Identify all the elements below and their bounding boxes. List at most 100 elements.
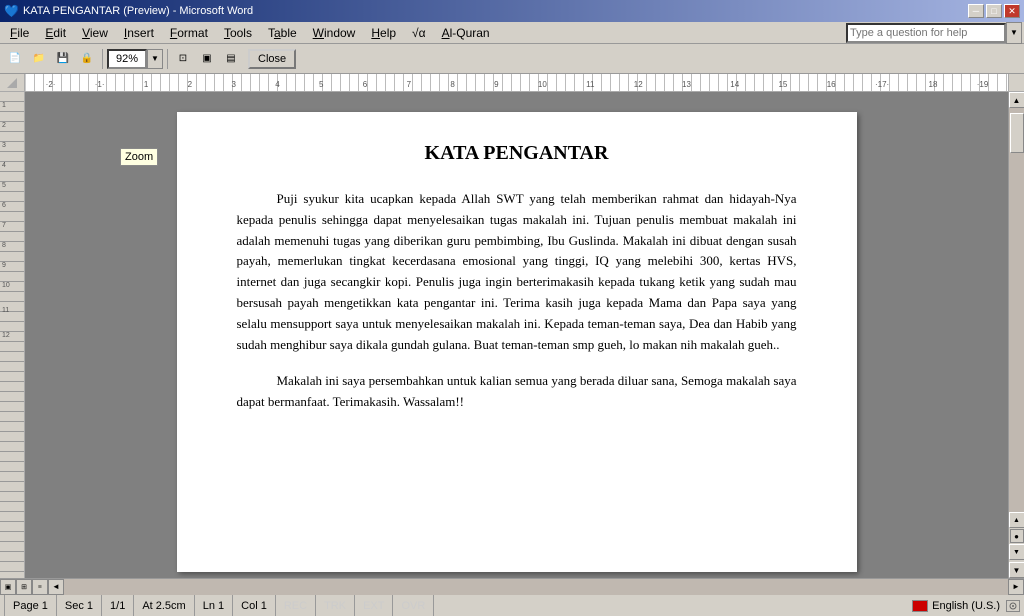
- select-browse-object[interactable]: ●: [1010, 529, 1024, 543]
- status-ovr: OVR: [393, 595, 434, 616]
- toolbar-btn-4[interactable]: 🔒: [76, 48, 98, 70]
- ruler-mark: 15: [778, 80, 787, 89]
- ruler-mark: 8: [450, 80, 454, 89]
- v-ruler-mark: 5: [2, 182, 6, 189]
- toolbar-btn-7[interactable]: ▤: [220, 48, 242, 70]
- ruler-mark: 14: [730, 80, 739, 89]
- status-section: Sec 1: [57, 595, 102, 616]
- toolbar-btn-2[interactable]: 📁: [28, 48, 50, 70]
- toolbar-btn-3[interactable]: 💾: [52, 48, 74, 70]
- toolbar-btn-5[interactable]: ⊡: [172, 48, 194, 70]
- menu-insert[interactable]: Insert: [116, 24, 162, 42]
- ruler-mark: 5: [319, 80, 323, 89]
- status-line: Ln 1: [195, 595, 233, 616]
- status-position: At 2.5cm: [134, 595, 194, 616]
- scroll-prev-page[interactable]: ▲: [1009, 512, 1024, 528]
- ruler-mark: 7: [407, 80, 411, 89]
- zoom-control: ▼: [107, 49, 163, 69]
- document-title: KATA PENGANTAR: [237, 142, 797, 165]
- ruler-mark: ·17·: [875, 80, 889, 89]
- v-ruler-mark: 3: [2, 142, 6, 149]
- view-web-btn[interactable]: ⊞: [16, 579, 32, 595]
- v-ruler-mark: 9: [2, 262, 6, 269]
- v-ruler-mark: 12: [2, 332, 10, 339]
- language-options-btn[interactable]: [1006, 600, 1020, 612]
- vertical-ruler: 1 2 3 4 5 6 7 8 9 10 11 12: [0, 92, 25, 578]
- menu-tools[interactable]: Tools: [216, 24, 260, 42]
- menu-window[interactable]: Window: [305, 24, 364, 42]
- v-ruler-mark: 1: [2, 102, 6, 109]
- ruler-mark: 11: [586, 80, 594, 89]
- ruler-mark: 10: [538, 80, 547, 89]
- scroll-thumb[interactable]: [1010, 113, 1024, 153]
- v-ruler-mark: 6: [2, 202, 6, 209]
- scroll-track[interactable]: [1009, 108, 1024, 512]
- menu-file[interactable]: File: [2, 24, 37, 42]
- ruler-scroll-right: [1008, 74, 1024, 91]
- menu-bar: File Edit View Insert Format Tools Table…: [0, 22, 1024, 44]
- hscroll-left-button[interactable]: ◄: [48, 579, 64, 595]
- zoom-tooltip: Zoom: [120, 148, 158, 166]
- scroll-down-button[interactable]: ▼: [1009, 562, 1024, 578]
- menu-view[interactable]: View: [74, 24, 116, 42]
- menu-formula[interactable]: √α: [404, 24, 434, 42]
- settings-icon: [1009, 602, 1017, 610]
- toolbar-sep-1: [102, 49, 103, 69]
- ruler-mark: 13: [682, 80, 691, 89]
- ruler-mark: 16: [827, 80, 836, 89]
- vertical-scrollbar: ▲ ▲ ● ▼ ▼: [1008, 92, 1024, 578]
- language-icon: [912, 600, 928, 612]
- horizontal-ruler: ·2· ·1· 1 2 3 4 5 6 7 8 9 10 11 12 13 14…: [25, 74, 1008, 91]
- menu-format[interactable]: Format: [162, 24, 216, 42]
- v-ruler-mark: 10: [2, 282, 10, 289]
- document-paragraph-1: Puji syukur kita ucapkan kepada Allah SW…: [237, 189, 797, 355]
- close-window-button[interactable]: ✕: [1004, 4, 1020, 18]
- horizontal-scrollbar: ▣ ⊞ ≡ ◄ ►: [0, 578, 1024, 594]
- toolbar-sep-2: [167, 49, 168, 69]
- menu-help[interactable]: Help: [363, 24, 404, 42]
- v-ruler-mark: 8: [2, 242, 6, 249]
- ruler-mark: 18: [929, 80, 938, 89]
- status-page: Page 1: [4, 595, 57, 616]
- ruler-mark: ·1·: [95, 80, 105, 89]
- close-preview-button[interactable]: Close: [248, 49, 296, 69]
- view-normal-btn[interactable]: ▣: [0, 579, 16, 595]
- scroll-up-button[interactable]: ▲: [1009, 92, 1024, 108]
- menu-edit[interactable]: Edit: [37, 24, 74, 42]
- toolbar-btn-1[interactable]: 📄: [4, 48, 26, 70]
- document-page: KATA PENGANTAR Puji syukur kita ucapkan …: [177, 112, 857, 572]
- help-search-dropdown[interactable]: ▼: [1006, 22, 1022, 44]
- menu-table[interactable]: Table: [260, 24, 305, 42]
- menu-alquran[interactable]: Al-Quran: [434, 24, 498, 42]
- help-search-input[interactable]: [846, 23, 1006, 43]
- v-ruler-mark: 7: [2, 222, 6, 229]
- language-label: English (U.S.): [932, 600, 1000, 612]
- minimize-button[interactable]: ─: [968, 4, 984, 18]
- status-bar: Page 1 Sec 1 1/1 At 2.5cm Ln 1 Col 1 REC…: [0, 594, 1024, 616]
- toolbar-btn-6[interactable]: ▣: [196, 48, 218, 70]
- v-ruler-mark: 2: [2, 122, 6, 129]
- view-outline-btn[interactable]: ≡: [32, 579, 48, 595]
- window-title: KATA PENGANTAR (Preview) - Microsoft Wor…: [23, 5, 253, 17]
- document-area: KATA PENGANTAR Puji syukur kita ucapkan …: [25, 92, 1008, 578]
- hscroll-right-button[interactable]: ►: [1008, 579, 1024, 595]
- ruler-mark: ·2·: [46, 80, 56, 89]
- status-rec: REC: [276, 595, 316, 616]
- ruler-mark: 2: [188, 80, 192, 89]
- status-trk: TRK: [316, 595, 355, 616]
- status-page-count: 1/1: [102, 595, 134, 616]
- status-col: Col 1: [233, 595, 276, 616]
- scroll-next-page[interactable]: ▼: [1009, 544, 1024, 560]
- v-ruler-mark: 11: [2, 307, 9, 314]
- zoom-input[interactable]: [107, 49, 147, 69]
- zoom-dropdown[interactable]: ▼: [147, 49, 163, 69]
- v-ruler-mark: 4: [2, 162, 6, 169]
- document-paragraph-2: Makalah ini saya persembahkan untuk kali…: [237, 371, 797, 413]
- maximize-button[interactable]: □: [986, 4, 1002, 18]
- hscroll-track[interactable]: [64, 579, 1008, 595]
- ruler-container: ·2· ·1· 1 2 3 4 5 6 7 8 9 10 11 12 13 14…: [0, 74, 1024, 92]
- ruler-mark: 1: [144, 80, 148, 89]
- toolbar: 📄 📁 💾 🔒 ▼ ⊡ ▣ ▤ Close: [0, 44, 1024, 74]
- ruler-mark: 12: [634, 80, 643, 89]
- status-language: English (U.S.): [912, 600, 1020, 612]
